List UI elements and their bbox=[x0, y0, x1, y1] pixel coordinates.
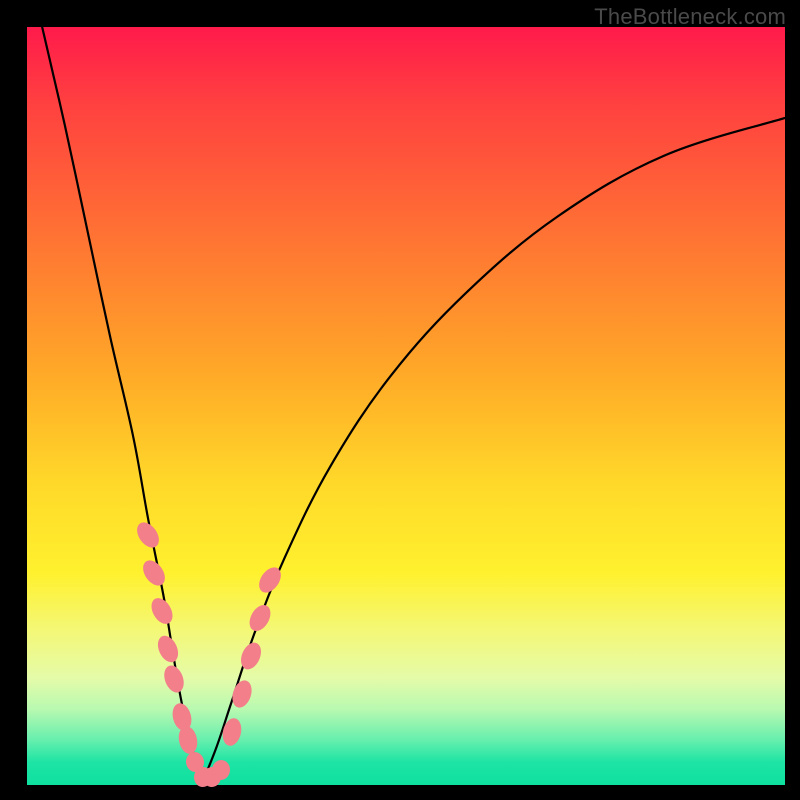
marker-dot bbox=[211, 759, 231, 781]
marker-dot bbox=[246, 602, 275, 635]
marker-dot bbox=[139, 556, 170, 589]
plot-area bbox=[27, 27, 785, 785]
marker-dot bbox=[161, 663, 188, 696]
curve-right-branch bbox=[201, 118, 785, 785]
marker-dot bbox=[254, 564, 285, 597]
marker-dot bbox=[154, 632, 182, 665]
marker-dot bbox=[229, 678, 255, 710]
chart-frame: TheBottleneck.com bbox=[0, 0, 800, 800]
marker-dot bbox=[147, 594, 177, 627]
marker-dot bbox=[220, 716, 244, 747]
marker-dot bbox=[237, 640, 265, 673]
curve-layer bbox=[27, 27, 785, 785]
marker-dot bbox=[133, 518, 164, 551]
